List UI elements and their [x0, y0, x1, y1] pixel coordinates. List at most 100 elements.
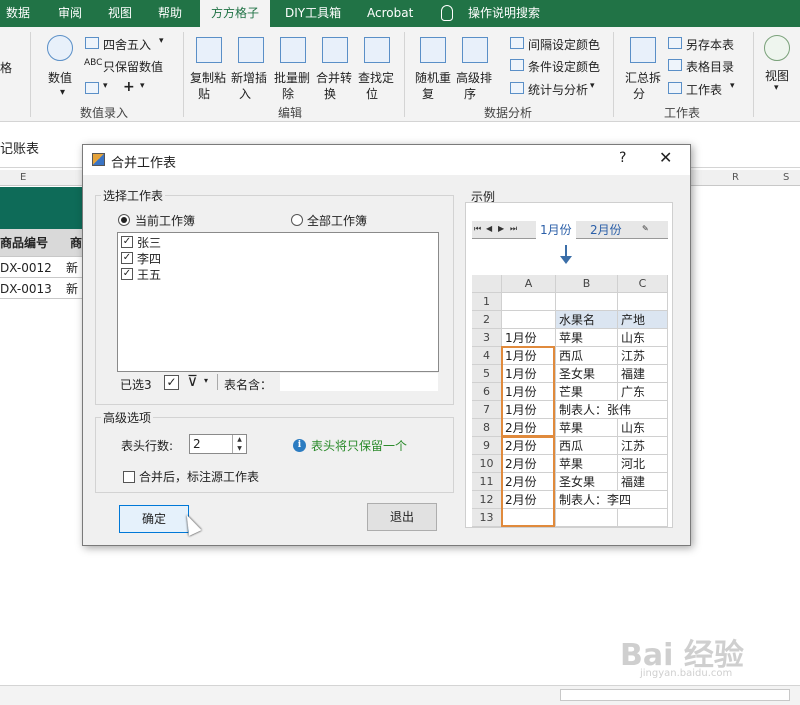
cell-origin: 福建 — [618, 473, 668, 491]
stats-button[interactable]: 统计与分析 — [528, 81, 588, 98]
merge-convert-button-line2[interactable]: 换 — [324, 85, 336, 102]
all-workbooks-radio[interactable] — [291, 214, 303, 226]
exit-button[interactable]: 退出 — [367, 503, 437, 531]
header-cell-product-id[interactable]: 商品编号 — [0, 229, 48, 257]
header-rows-stepper[interactable]: 2 ▲ ▼ — [189, 434, 247, 454]
insert-icon — [238, 37, 264, 63]
mark-source-label[interactable]: 合并后，标注源工作表 — [139, 468, 259, 485]
chevron-down-icon[interactable]: ▾ — [774, 83, 779, 93]
column-header-s[interactable]: S — [783, 172, 789, 183]
cell-partial[interactable]: 新 — [66, 279, 78, 299]
info-icon: i — [293, 439, 306, 452]
interval-color-button[interactable]: 间隔设定颜色 — [528, 36, 600, 53]
chevron-down-icon[interactable]: ▾ — [140, 81, 145, 91]
example-row: 2 水果名 产地 — [472, 311, 668, 329]
worksheet-button[interactable]: 工作表 — [686, 81, 722, 98]
close-icon[interactable]: ✕ — [659, 148, 672, 167]
copy-paste-button[interactable]: 复制粘 — [190, 69, 226, 86]
plus-icon[interactable]: + — [123, 79, 135, 95]
insert-button-line2[interactable]: 入 — [239, 85, 251, 102]
column-header-r[interactable]: R — [732, 172, 739, 183]
row-number: 6 — [472, 383, 502, 401]
summary-split-button-line2[interactable]: 分 — [633, 85, 645, 102]
condition-color-button[interactable]: 条件设定颜色 — [528, 58, 600, 75]
help-icon[interactable]: ? — [619, 150, 626, 166]
scrollbar-thumb[interactable] — [560, 689, 790, 701]
tab-diy-toolbox[interactable]: DIY工具箱 — [279, 0, 347, 27]
tab-view[interactable]: 视图 — [102, 0, 138, 27]
chevron-down-icon[interactable]: ▾ — [590, 81, 595, 91]
condition-color-icon — [510, 59, 524, 71]
group-label-edit: 编辑 — [278, 106, 303, 120]
cell-partial[interactable]: 新 — [66, 258, 78, 278]
cell-origin: 产地 — [618, 311, 668, 329]
chevron-down-icon[interactable]: ▾ — [159, 36, 164, 46]
insert-button[interactable]: 新增插 — [231, 69, 267, 86]
cell-product-id[interactable]: DX-0013 — [0, 279, 52, 299]
cell-product-id[interactable]: DX-0012 — [0, 258, 52, 278]
sheet-checkbox[interactable]: ✓ — [121, 252, 133, 264]
group-separator — [753, 32, 754, 117]
table-header-row[interactable]: 商品编号 商 — [0, 229, 82, 257]
tell-me-search[interactable]: 操作说明搜索 — [462, 0, 546, 27]
row-number: 3 — [472, 329, 502, 347]
table-row[interactable]: DX-0012 新 — [0, 258, 82, 278]
current-workbook-label[interactable]: 当前工作簿 — [135, 212, 195, 229]
next-sheet-icon: ▶ — [498, 224, 505, 233]
chevron-down-icon[interactable]: ▾ — [730, 81, 735, 91]
filter-icon[interactable]: ⊽ — [187, 372, 198, 390]
cell-month: 1月份 — [502, 329, 556, 347]
select-sheets-group-label: 选择工作表 — [101, 187, 166, 204]
batch-delete-button[interactable]: 批量删 — [274, 69, 310, 86]
chevron-down-icon[interactable]: ▾ — [60, 87, 65, 98]
keep-value-button[interactable]: 只保留数值 — [103, 58, 163, 75]
sheet-toc-button[interactable]: 表格目录 — [686, 58, 734, 75]
chevron-down-icon[interactable]: ▾ — [103, 81, 108, 91]
sheet-checkbox[interactable]: ✓ — [121, 268, 133, 280]
tab-data[interactable]: 数据 — [0, 0, 36, 27]
find-locate-button-line2[interactable]: 位 — [366, 85, 378, 102]
prev-sheet-icon: ◀ — [486, 224, 493, 233]
interval-color-icon — [510, 37, 524, 49]
header-rows-value[interactable]: 2 — [193, 437, 201, 451]
tab-help[interactable]: 帮助 — [152, 0, 188, 27]
tab-fangfanggezi[interactable]: 方方格子 — [200, 0, 270, 27]
group-label-analysis: 数据分析 — [484, 106, 533, 120]
stepper-arrows[interactable]: ▲ ▼ — [232, 435, 246, 453]
tab-review[interactable]: 审阅 — [52, 0, 88, 27]
row-number: 8 — [472, 419, 502, 437]
ok-button[interactable]: 确定 — [119, 505, 189, 533]
batch-delete-button-line2[interactable]: 除 — [282, 85, 294, 102]
copy-paste-button-line2[interactable]: 贴 — [198, 85, 210, 102]
corner-cell — [472, 275, 502, 293]
sheet-checkbox[interactable]: ✓ — [121, 236, 133, 248]
mark-source-checkbox[interactable] — [123, 471, 135, 483]
all-workbooks-label[interactable]: 全部工作簿 — [307, 212, 367, 229]
group-separator — [30, 32, 31, 117]
header-cell-partial[interactable]: 商 — [70, 229, 82, 257]
advanced-sort-button[interactable]: 高级排 — [456, 69, 492, 86]
chevron-down-icon[interactable]: ▾ — [204, 376, 208, 385]
tab-acrobat[interactable]: Acrobat — [361, 0, 419, 27]
table-row[interactable]: DX-0013 新 — [0, 279, 82, 299]
select-all-checkbox[interactable]: ✓ — [164, 375, 179, 390]
current-workbook-radio[interactable] — [118, 214, 130, 226]
numeric-button[interactable]: 数值 — [48, 69, 72, 86]
edit-icon[interactable] — [85, 82, 99, 94]
view-button[interactable]: 视图 — [765, 67, 789, 84]
advanced-sort-button-line2[interactable]: 序 — [464, 85, 476, 102]
horizontal-scrollbar[interactable] — [0, 685, 800, 705]
cell-fruit: 制表人：张伟 — [556, 401, 668, 419]
dialog-titlebar[interactable]: 合并工作表 ? ✕ — [83, 145, 690, 175]
find-locate-button[interactable]: 查找定 — [358, 69, 394, 86]
random-repeat-button[interactable]: 随机重 — [415, 69, 451, 86]
save-as-button[interactable]: 另存本表 — [686, 36, 734, 53]
column-header-e[interactable]: E — [20, 172, 26, 183]
name-contains-input[interactable] — [280, 373, 438, 391]
round-button[interactable]: 四舍五入 — [103, 36, 151, 53]
merge-convert-button[interactable]: 合并转 — [316, 69, 352, 86]
summary-split-button[interactable]: 汇总拆 — [625, 69, 661, 86]
random-repeat-button-line2[interactable]: 复 — [422, 85, 434, 102]
sheet-listbox[interactable]: ✓ 张三 ✓ 李四 ✓ 王五 — [117, 232, 439, 372]
sheet-name: 王五 — [137, 268, 162, 282]
